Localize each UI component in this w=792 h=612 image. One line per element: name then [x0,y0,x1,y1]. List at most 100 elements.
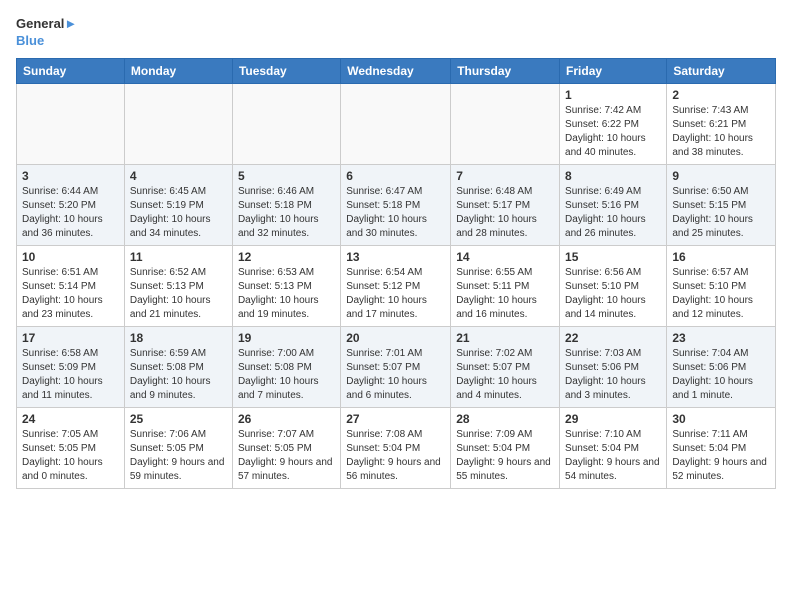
day-info: Sunrise: 6:53 AM Sunset: 5:13 PM Dayligh… [238,266,335,322]
calendar-cell: 18 Sunrise: 6:59 AM Sunset: 5:08 PM Dayli… [124,326,232,407]
day-number: 5 [238,169,335,183]
col-header-thursday: Thursday [451,58,560,83]
day-number: 17 [22,331,119,345]
header: General►Blue [16,16,776,50]
calendar-cell: 8 Sunrise: 6:49 AM Sunset: 5:16 PM Daylig… [560,164,667,245]
day-number: 9 [672,169,770,183]
day-number: 27 [346,412,445,426]
calendar-cell: 7 Sunrise: 6:48 AM Sunset: 5:17 PM Daylig… [451,164,560,245]
day-info: Sunrise: 7:04 AM Sunset: 5:06 PM Dayligh… [672,347,770,403]
calendar-cell: 20Sunrise: 7:01 AM Sunset: 5:07 PM Dayli… [341,326,451,407]
col-header-monday: Monday [124,58,232,83]
day-info: Sunrise: 7:08 AM Sunset: 5:04 PM Dayligh… [346,428,445,484]
logo: General►Blue [16,16,77,50]
day-info: Sunrise: 6:52 AM Sunset: 5:13 PM Dayligh… [130,266,227,322]
day-number: 13 [346,250,445,264]
calendar-cell: 19 Sunrise: 7:00 AM Sunset: 5:08 PM Dayli… [232,326,340,407]
calendar-cell: 29Sunrise: 7:10 AM Sunset: 5:04 PM Dayli… [560,407,667,488]
day-info: Sunrise: 6:57 AM Sunset: 5:10 PM Dayligh… [672,266,770,322]
week-row-3: 10 Sunrise: 6:51 AM Sunset: 5:14 PM Dayli… [17,245,776,326]
day-number: 21 [456,331,554,345]
calendar-cell: 6 Sunrise: 6:47 AM Sunset: 5:18 PM Daylig… [341,164,451,245]
calendar-cell: 21 Sunrise: 7:02 AM Sunset: 5:07 PM Dayli… [451,326,560,407]
day-number: 14 [456,250,554,264]
header-row: SundayMondayTuesdayWednesdayThursdayFrid… [17,58,776,83]
calendar-cell: 28 Sunrise: 7:09 AM Sunset: 5:04 PM Dayli… [451,407,560,488]
calendar-cell: 1 Sunrise: 7:42 AM Sunset: 6:22 PM Daylig… [560,83,667,164]
day-number: 23 [672,331,770,345]
day-info: Sunrise: 7:05 AM Sunset: 5:05 PM Dayligh… [22,428,119,484]
day-info: Sunrise: 6:45 AM Sunset: 5:19 PM Dayligh… [130,185,227,241]
calendar-cell: 30 Sunrise: 7:11 AM Sunset: 5:04 PM Dayli… [667,407,776,488]
day-number: 19 [238,331,335,345]
calendar-cell: 27 Sunrise: 7:08 AM Sunset: 5:04 PM Dayli… [341,407,451,488]
day-number: 28 [456,412,554,426]
day-info: Sunrise: 6:51 AM Sunset: 5:14 PM Dayligh… [22,266,119,322]
calendar-cell: 9 Sunrise: 6:50 AM Sunset: 5:15 PM Daylig… [667,164,776,245]
calendar-table: SundayMondayTuesdayWednesdayThursdayFrid… [16,58,776,489]
day-number: 15 [565,250,661,264]
day-number: 25 [130,412,227,426]
day-number: 6 [346,169,445,183]
day-info: Sunrise: 6:55 AM Sunset: 5:11 PM Dayligh… [456,266,554,322]
day-info: Sunrise: 6:47 AM Sunset: 5:18 PM Dayligh… [346,185,445,241]
day-info: Sunrise: 7:07 AM Sunset: 5:05 PM Dayligh… [238,428,335,484]
col-header-tuesday: Tuesday [232,58,340,83]
day-number: 8 [565,169,661,183]
day-info: Sunrise: 7:03 AM Sunset: 5:06 PM Dayligh… [565,347,661,403]
calendar-cell: 26 Sunrise: 7:07 AM Sunset: 5:05 PM Dayli… [232,407,340,488]
col-header-saturday: Saturday [667,58,776,83]
calendar-cell: 3Sunrise: 6:44 AM Sunset: 5:20 PM Daylig… [17,164,125,245]
day-number: 4 [130,169,227,183]
day-info: Sunrise: 7:11 AM Sunset: 5:04 PM Dayligh… [672,428,770,484]
day-info: Sunrise: 7:06 AM Sunset: 5:05 PM Dayligh… [130,428,227,484]
day-info: Sunrise: 6:58 AM Sunset: 5:09 PM Dayligh… [22,347,119,403]
calendar-cell: 11Sunrise: 6:52 AM Sunset: 5:13 PM Dayli… [124,245,232,326]
day-number: 2 [672,88,770,102]
col-header-wednesday: Wednesday [341,58,451,83]
calendar-cell: 12 Sunrise: 6:53 AM Sunset: 5:13 PM Dayli… [232,245,340,326]
day-number: 1 [565,88,661,102]
calendar-cell [17,83,125,164]
calendar-cell: 22 Sunrise: 7:03 AM Sunset: 5:06 PM Dayli… [560,326,667,407]
calendar-cell [232,83,340,164]
day-info: Sunrise: 7:42 AM Sunset: 6:22 PM Dayligh… [565,104,661,160]
calendar-cell [451,83,560,164]
day-info: Sunrise: 7:01 AM Sunset: 5:07 PM Dayligh… [346,347,445,403]
calendar-cell: 17 Sunrise: 6:58 AM Sunset: 5:09 PM Dayli… [17,326,125,407]
day-info: Sunrise: 6:44 AM Sunset: 5:20 PM Dayligh… [22,185,119,241]
calendar-cell [124,83,232,164]
calendar-cell: 16 Sunrise: 6:57 AM Sunset: 5:10 PM Dayli… [667,245,776,326]
calendar-cell: 24Sunrise: 7:05 AM Sunset: 5:05 PM Dayli… [17,407,125,488]
day-number: 22 [565,331,661,345]
day-info: Sunrise: 7:00 AM Sunset: 5:08 PM Dayligh… [238,347,335,403]
col-header-sunday: Sunday [17,58,125,83]
day-number: 18 [130,331,227,345]
day-info: Sunrise: 6:49 AM Sunset: 5:16 PM Dayligh… [565,185,661,241]
day-info: Sunrise: 6:48 AM Sunset: 5:17 PM Dayligh… [456,185,554,241]
day-info: Sunrise: 6:54 AM Sunset: 5:12 PM Dayligh… [346,266,445,322]
col-header-friday: Friday [560,58,667,83]
day-info: Sunrise: 6:46 AM Sunset: 5:18 PM Dayligh… [238,185,335,241]
calendar-cell: 14 Sunrise: 6:55 AM Sunset: 5:11 PM Dayli… [451,245,560,326]
logo-box: General►Blue [16,16,77,50]
calendar-cell: 13 Sunrise: 6:54 AM Sunset: 5:12 PM Dayli… [341,245,451,326]
day-number: 30 [672,412,770,426]
day-info: Sunrise: 6:50 AM Sunset: 5:15 PM Dayligh… [672,185,770,241]
day-info: Sunrise: 7:02 AM Sunset: 5:07 PM Dayligh… [456,347,554,403]
day-info: Sunrise: 7:43 AM Sunset: 6:21 PM Dayligh… [672,104,770,160]
week-row-1: 1 Sunrise: 7:42 AM Sunset: 6:22 PM Daylig… [17,83,776,164]
calendar-cell: 4 Sunrise: 6:45 AM Sunset: 5:19 PM Daylig… [124,164,232,245]
day-number: 7 [456,169,554,183]
week-row-5: 24Sunrise: 7:05 AM Sunset: 5:05 PM Dayli… [17,407,776,488]
calendar-cell: 10 Sunrise: 6:51 AM Sunset: 5:14 PM Dayli… [17,245,125,326]
day-number: 16 [672,250,770,264]
day-number: 12 [238,250,335,264]
calendar-cell: 23 Sunrise: 7:04 AM Sunset: 5:06 PM Dayli… [667,326,776,407]
day-number: 29 [565,412,661,426]
day-info: Sunrise: 6:59 AM Sunset: 5:08 PM Dayligh… [130,347,227,403]
calendar-cell: 25 Sunrise: 7:06 AM Sunset: 5:05 PM Dayli… [124,407,232,488]
day-info: Sunrise: 7:09 AM Sunset: 5:04 PM Dayligh… [456,428,554,484]
day-number: 10 [22,250,119,264]
day-number: 26 [238,412,335,426]
